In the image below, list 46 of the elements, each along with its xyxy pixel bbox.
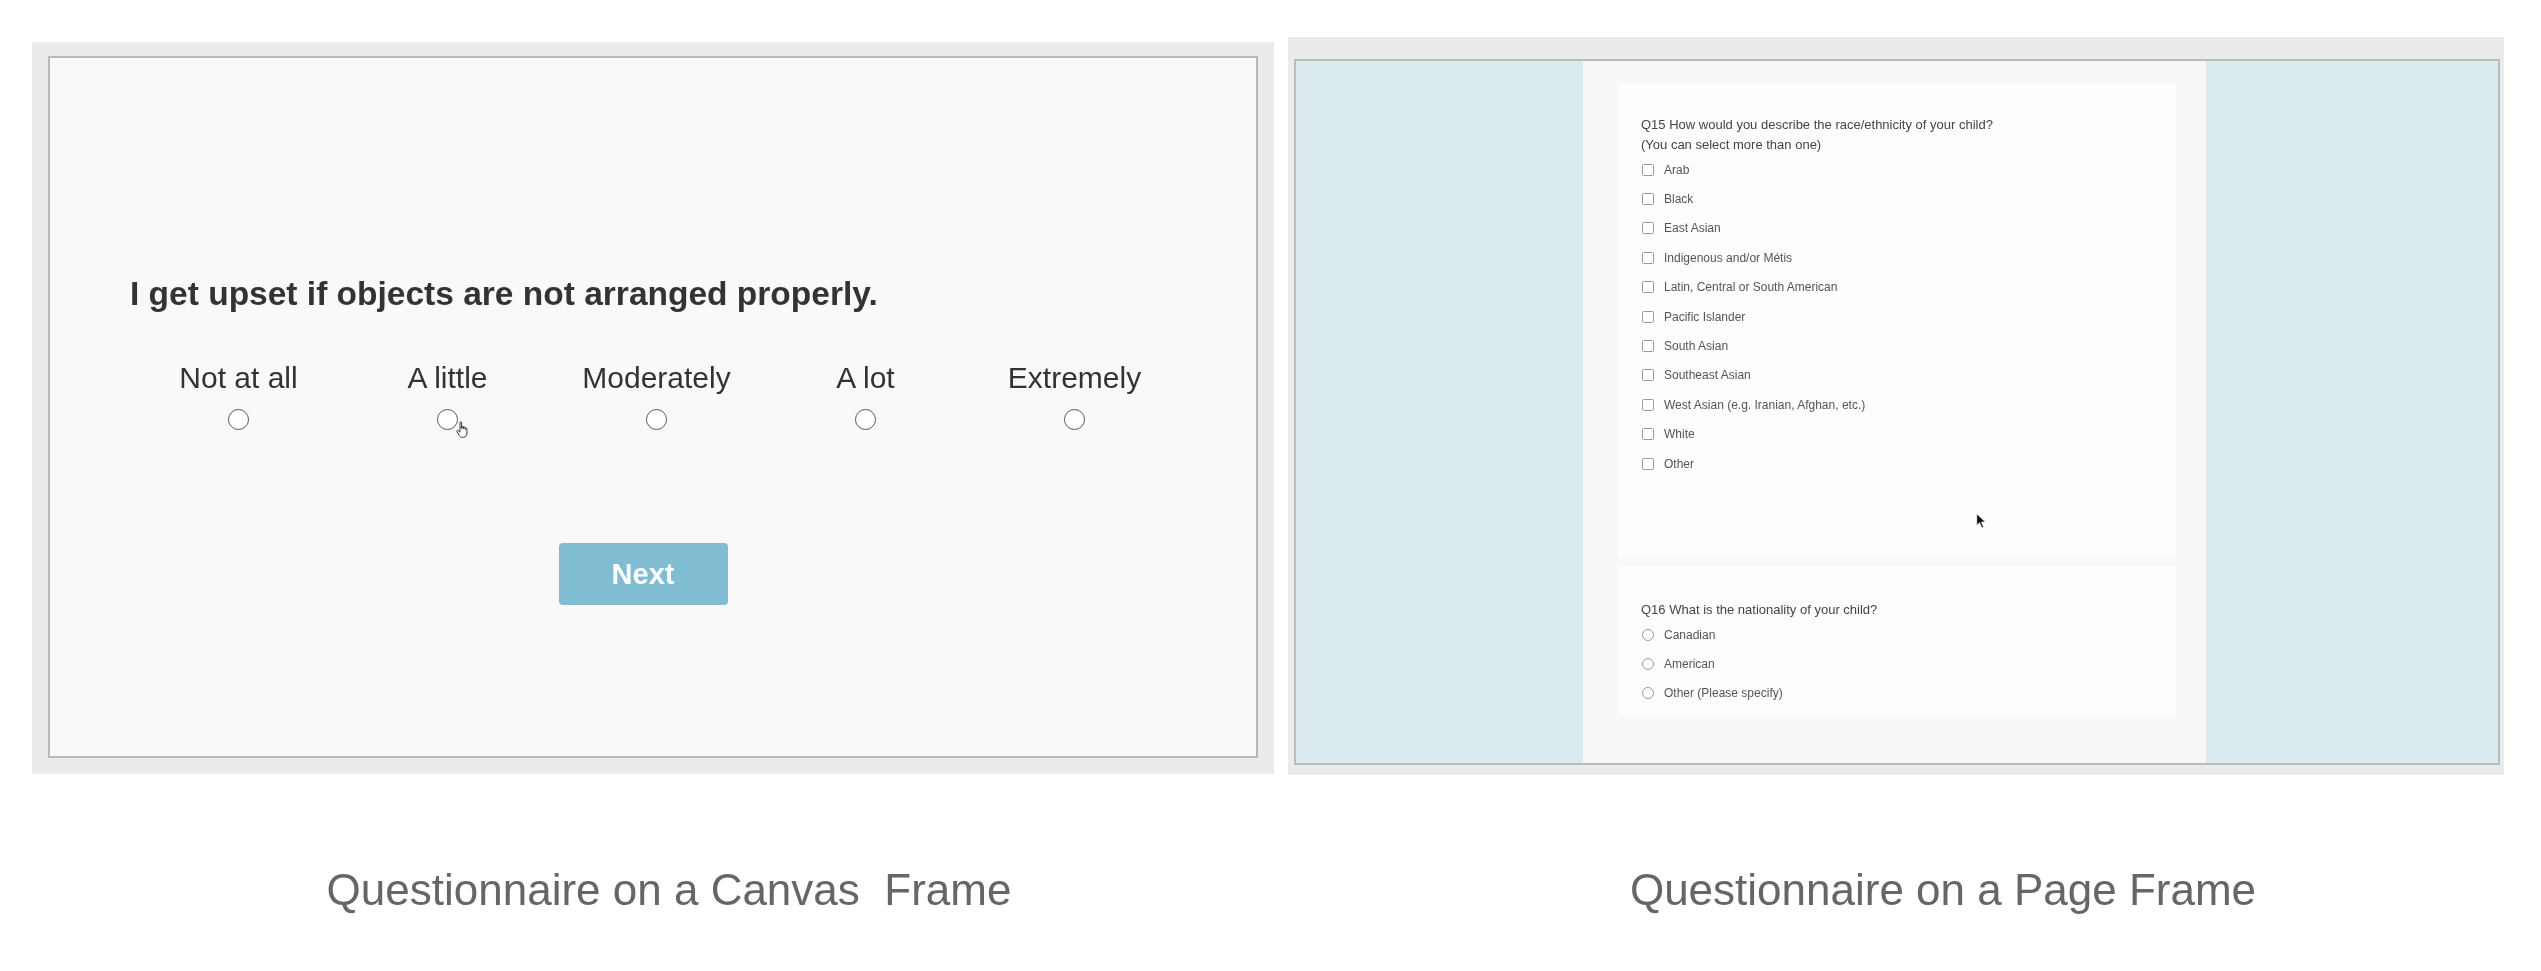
checkbox[interactable] bbox=[1642, 369, 1654, 382]
option-label: Not at all bbox=[179, 360, 298, 396]
figure-caption: Questionnaire on a Page Frame bbox=[1629, 864, 2257, 916]
option-label: Latin, Central or South American bbox=[1664, 279, 1838, 296]
option-label: Arab bbox=[1664, 161, 1690, 178]
checkbox[interactable] bbox=[1642, 281, 1654, 294]
figure-caption: Questionnaire on a Canvas Frame bbox=[326, 864, 1012, 916]
option-label: A little bbox=[407, 360, 488, 396]
radio-button[interactable] bbox=[1642, 628, 1654, 641]
option-label: West Asian (e.g. Iranian, Afghan, etc.) bbox=[1664, 396, 1866, 413]
option-label: Other bbox=[1664, 455, 1694, 472]
next-button[interactable]: Next bbox=[558, 543, 728, 605]
radio-button[interactable] bbox=[1064, 409, 1085, 430]
option-label: Southeast Asian bbox=[1664, 367, 1751, 384]
option-label: White bbox=[1664, 426, 1695, 443]
radio-button[interactable] bbox=[1642, 687, 1654, 700]
option-label: Other (Please specify) bbox=[1664, 685, 1783, 702]
checkbox[interactable] bbox=[1642, 222, 1654, 235]
radio-button[interactable] bbox=[437, 409, 458, 430]
checkbox[interactable] bbox=[1642, 428, 1654, 441]
option-label: American bbox=[1664, 656, 1715, 673]
checkbox[interactable] bbox=[1642, 251, 1654, 264]
question-title: Q15 How would you describe the race/ethnicity of your child? bbox=[1641, 116, 1993, 134]
option-label: Extremely bbox=[1007, 360, 1142, 396]
radio-button[interactable] bbox=[228, 409, 249, 430]
checkbox[interactable] bbox=[1642, 340, 1654, 353]
option-label: South Asian bbox=[1664, 338, 1729, 355]
checkbox[interactable] bbox=[1642, 163, 1654, 176]
option-label: A lot bbox=[836, 360, 895, 396]
option-label: Moderately bbox=[582, 360, 731, 396]
question-title: Q16 What is the nationality of your child? bbox=[1641, 601, 1878, 619]
radio-button[interactable] bbox=[1642, 658, 1654, 671]
option-label: Canadian bbox=[1664, 626, 1716, 643]
question-text: I get upset if objects are not arranged properly. bbox=[130, 274, 878, 314]
checkbox[interactable] bbox=[1642, 457, 1654, 470]
option-label: East Asian bbox=[1664, 220, 1721, 237]
arrow-cursor-icon bbox=[1976, 513, 1987, 529]
question-note: (You can select more than one) bbox=[1641, 136, 1822, 154]
checkbox[interactable] bbox=[1642, 398, 1654, 411]
option-label: Black bbox=[1664, 191, 1694, 208]
option-label: Pacific Islander bbox=[1664, 308, 1746, 325]
radio-button[interactable] bbox=[646, 409, 667, 430]
radio-button[interactable] bbox=[855, 409, 876, 430]
checkbox[interactable] bbox=[1642, 193, 1654, 206]
checkbox[interactable] bbox=[1642, 310, 1654, 323]
option-label: Indigenous and/or Métis bbox=[1664, 249, 1793, 266]
